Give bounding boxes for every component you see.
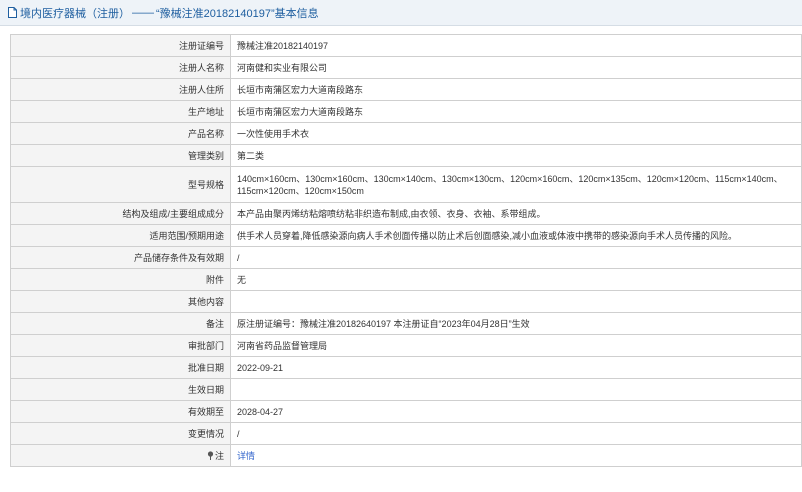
- table-row: 型号规格 140cm×160cm、130cm×160cm、130cm×140cm…: [10, 166, 802, 203]
- row-label: 产品名称: [10, 122, 231, 145]
- row-value: 140cm×160cm、130cm×160cm、130cm×140cm、130c…: [230, 166, 802, 203]
- row-value: 第二类: [230, 144, 802, 167]
- row-label: 注册人住所: [10, 78, 231, 101]
- row-label: 产品储存条件及有效期: [10, 246, 231, 269]
- row-value: [230, 290, 802, 313]
- row-value: 河南健和实业有限公司: [230, 56, 802, 79]
- row-value: /: [230, 422, 802, 445]
- table-row: 审批部门 河南省药品监督管理局: [10, 334, 802, 357]
- row-value: 长垣市南蒲区宏力大道南段路东: [230, 78, 802, 101]
- row-label: 审批部门: [10, 334, 231, 357]
- row-label: 其他内容: [10, 290, 231, 313]
- row-label: 注册证编号: [10, 34, 231, 57]
- table-row: 产品储存条件及有效期 /: [10, 246, 802, 269]
- row-label: 备注: [10, 312, 231, 335]
- header-prefix: 境内医疗器械（注册）: [20, 7, 130, 20]
- note-label: 注: [214, 450, 224, 461]
- table-row: 其他内容: [10, 290, 802, 313]
- pin-icon: [207, 450, 214, 460]
- table-row: 注册证编号 豫械注准20182140197: [10, 34, 802, 57]
- table-row: 附件 无: [10, 268, 802, 291]
- row-value: 一次性使用手术衣: [230, 122, 802, 145]
- row-label: 有效期至: [10, 400, 231, 423]
- note-label-cell: 注: [10, 444, 231, 467]
- row-label: 型号规格: [10, 166, 231, 203]
- row-value: 供手术人员穿着,降低感染源向病人手术创面传播以防止术后创面感染,减小血液或体液中…: [230, 224, 802, 247]
- row-value: /: [230, 246, 802, 269]
- detail-table-container: 注册证编号 豫械注准20182140197 注册人名称 河南健和实业有限公司 注…: [10, 34, 802, 467]
- row-label: 注册人名称: [10, 56, 231, 79]
- row-label: 结构及组成/主要组成成分: [10, 202, 231, 225]
- table-row: 适用范围/预期用途 供手术人员穿着,降低感染源向病人手术创面传播以防止术后创面感…: [10, 224, 802, 247]
- row-label: 适用范围/预期用途: [10, 224, 231, 247]
- table-row: 备注 原注册证编号：豫械注准20182640197 本注册证自“2023年04月…: [10, 312, 802, 335]
- page-header: 境内医疗器械（注册） —— “豫械注准20182140197”基本信息: [0, 0, 802, 26]
- table-row: 生产地址 长垣市南蒲区宏力大道南段路东: [10, 100, 802, 123]
- row-label: 生效日期: [10, 378, 231, 401]
- row-value: 河南省药品监督管理局: [230, 334, 802, 357]
- row-value: 2022-09-21: [230, 356, 802, 379]
- table-row: 管理类别 第二类: [10, 144, 802, 167]
- row-value: 原注册证编号：豫械注准20182640197 本注册证自“2023年04月28日…: [230, 312, 802, 335]
- document-icon: [8, 7, 17, 18]
- table-row: 注册人住所 长垣市南蒲区宏力大道南段路东: [10, 78, 802, 101]
- row-value: 长垣市南蒲区宏力大道南段路东: [230, 100, 802, 123]
- row-value: [230, 378, 802, 401]
- header-title: “豫械注准20182140197”基本信息: [156, 7, 319, 20]
- row-value: 本产品由聚丙烯纺粘熔喷纺粘非织造布制成,由衣领、衣身、衣袖、系带组成。: [230, 202, 802, 225]
- row-label: 批准日期: [10, 356, 231, 379]
- row-label: 附件: [10, 268, 231, 291]
- row-label: 变更情况: [10, 422, 231, 445]
- table-row: 生效日期: [10, 378, 802, 401]
- table-row: 有效期至 2028-04-27: [10, 400, 802, 423]
- row-value: 无: [230, 268, 802, 291]
- table-row: 批准日期 2022-09-21: [10, 356, 802, 379]
- details-link[interactable]: 详情: [237, 451, 255, 461]
- table-row-note: 注 详情: [10, 444, 802, 467]
- note-value-cell: 详情: [230, 444, 802, 467]
- table-row: 结构及组成/主要组成成分 本产品由聚丙烯纺粘熔喷纺粘非织造布制成,由衣领、衣身、…: [10, 202, 802, 225]
- detail-table: 注册证编号 豫械注准20182140197 注册人名称 河南健和实业有限公司 注…: [10, 34, 802, 467]
- row-label: 管理类别: [10, 144, 231, 167]
- table-row: 产品名称 一次性使用手术衣: [10, 122, 802, 145]
- row-label: 生产地址: [10, 100, 231, 123]
- row-value: 2028-04-27: [230, 400, 802, 423]
- table-row: 注册人名称 河南健和实业有限公司: [10, 56, 802, 79]
- row-value: 豫械注准20182140197: [230, 34, 802, 57]
- header-separator: ——: [132, 6, 154, 19]
- table-row: 变更情况 /: [10, 422, 802, 445]
